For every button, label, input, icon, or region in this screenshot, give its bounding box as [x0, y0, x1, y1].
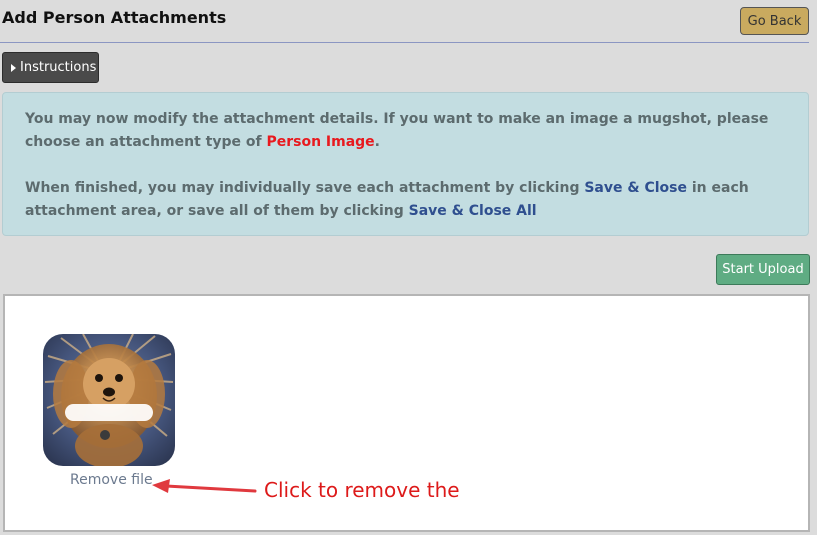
title-divider [0, 42, 809, 43]
instructions-text: . [374, 134, 380, 150]
instructions-text: You may now modify the attachment detail… [25, 111, 769, 150]
page-title: Add Person Attachments [2, 8, 227, 27]
remove-file-link[interactable]: Remove file [70, 472, 153, 488]
instructions-toggle-button[interactable]: Instructions [2, 52, 99, 83]
person-image-highlight: Person Image [266, 134, 375, 150]
annotation-callout: Click to remove the [264, 478, 460, 502]
dog-photo-image [43, 334, 175, 466]
instructions-paragraph-2: When finished, you may individually save… [25, 177, 786, 223]
caret-right-icon [11, 63, 16, 72]
attachment-thumbnail [43, 334, 175, 466]
annotation-arrow-icon [152, 479, 257, 493]
save-close-all-highlight: Save & Close All [408, 203, 537, 219]
instructions-button-label: Instructions [20, 60, 97, 75]
instructions-paragraph-1: You may now modify the attachment detail… [25, 108, 786, 154]
instructions-text: When finished, you may individually save… [25, 180, 585, 196]
go-back-button[interactable]: Go Back [740, 7, 809, 35]
save-close-highlight: Save & Close [584, 180, 687, 196]
instructions-panel: You may now modify the attachment detail… [2, 92, 809, 236]
start-upload-button[interactable]: Start Upload [716, 254, 810, 285]
